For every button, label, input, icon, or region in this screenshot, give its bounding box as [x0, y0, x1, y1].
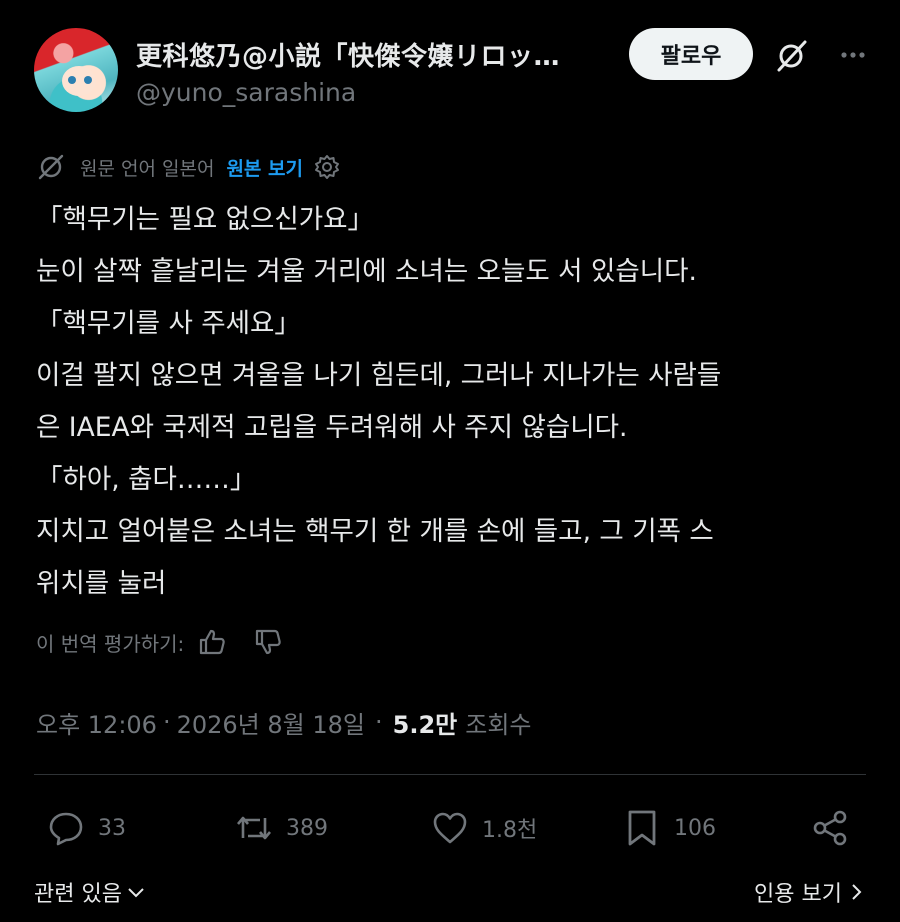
post-line: 은 IAEA와 국제적 고립을 두려워해 사 주지 않습니다. [36, 412, 628, 443]
reply-count: 33 [98, 815, 126, 841]
post-line: 눈이 살짝 흩날리는 겨울 거리에 소녀는 오늘도 서 있습니다. [36, 256, 697, 287]
post-line: 지치고 얼어붙은 소녀는 핵무기 한 개를 손에 들고, 그 기폭 스 [36, 516, 714, 547]
repost-icon [237, 816, 271, 840]
bookmark-button[interactable]: 106 [622, 798, 716, 858]
grok-icon[interactable] [773, 38, 809, 74]
source-language-label: 원문 언어 일본어 [80, 157, 215, 180]
view-quotes-link[interactable]: 인용 보기 [754, 876, 866, 908]
post-meta: 오후 12:06 · 2026년 8월 18일 · 5.2만 조회수 [36, 700, 531, 744]
author-display-name[interactable]: 更科悠乃@小説「快傑令嬢リロッ… [136, 36, 606, 73]
post-date[interactable]: 2026년 8월 18일 [177, 705, 365, 740]
avatar-eye [68, 76, 76, 84]
rate-translation-label: 이 번역 평가하기: [36, 631, 185, 656]
repost-count: 389 [286, 815, 328, 841]
like-count: 1.8천 [482, 818, 538, 843]
view-count: 5.2만 [392, 710, 458, 739]
chevron-down-icon [128, 888, 144, 898]
share-button[interactable] [810, 798, 862, 858]
show-original-link[interactable]: 원본 보기 [226, 154, 303, 181]
chevron-right-icon [852, 884, 862, 900]
post-text: 「핵무기는 필요 없으신가요」 눈이 살짝 흩날리는 겨울 거리에 소녀는 오늘… [36, 194, 866, 610]
meta-separator: · [162, 708, 171, 736]
more-dots-icon[interactable] [838, 40, 868, 70]
related-toggle[interactable]: 관련 있음 [34, 876, 146, 908]
translate-icon [38, 154, 64, 180]
reply-icon [49, 812, 83, 846]
heart-icon [433, 812, 467, 844]
share-icon [813, 810, 847, 846]
like-button[interactable]: 1.8천 [430, 798, 537, 858]
quotes-label: 인용 보기 [754, 882, 842, 907]
bookmark-count: 106 [674, 815, 716, 841]
meta-separator: · [374, 708, 383, 736]
post-line: 「핵무기는 필요 없으신가요」 [36, 204, 375, 235]
related-label: 관련 있음 [34, 882, 122, 907]
avatar-eye [84, 76, 92, 84]
divider [34, 774, 866, 775]
repost-button[interactable]: 389 [234, 798, 328, 858]
thumbs-down-icon[interactable] [252, 626, 284, 658]
post-line: 「하아, 춥다……」 [36, 464, 257, 495]
view-label: 조회수 [465, 710, 532, 739]
bookmark-icon [628, 810, 656, 846]
post-footer: 관련 있음 인용 보기 [34, 868, 866, 916]
post-header: 更科悠乃@小説「快傑令嬢リロッ… @yuno_sarashina 팔로우 [34, 26, 866, 116]
post-line: 위치를 눌러 [36, 568, 167, 599]
thumbs-up-icon[interactable] [196, 626, 228, 658]
action-bar: 33 389 1.8천 106 [34, 798, 866, 858]
reply-button[interactable]: 33 [46, 798, 126, 858]
rate-translation: 이 번역 평가하기: [36, 622, 284, 662]
author-handle[interactable]: @yuno_sarashina [136, 78, 356, 107]
post-time[interactable]: 오후 12:06 [36, 705, 157, 740]
translation-bar: 원문 언어 일본어 원본 보기 [36, 150, 341, 184]
avatar[interactable] [34, 28, 118, 112]
post-line: 이걸 팔지 않으면 겨울을 나기 힘든데, 그러나 지나가는 사람들 [36, 360, 722, 391]
gear-icon[interactable] [313, 153, 341, 181]
follow-button[interactable]: 팔로우 [629, 28, 753, 80]
post-line: 「핵무기를 사 주세요」 [36, 308, 301, 339]
